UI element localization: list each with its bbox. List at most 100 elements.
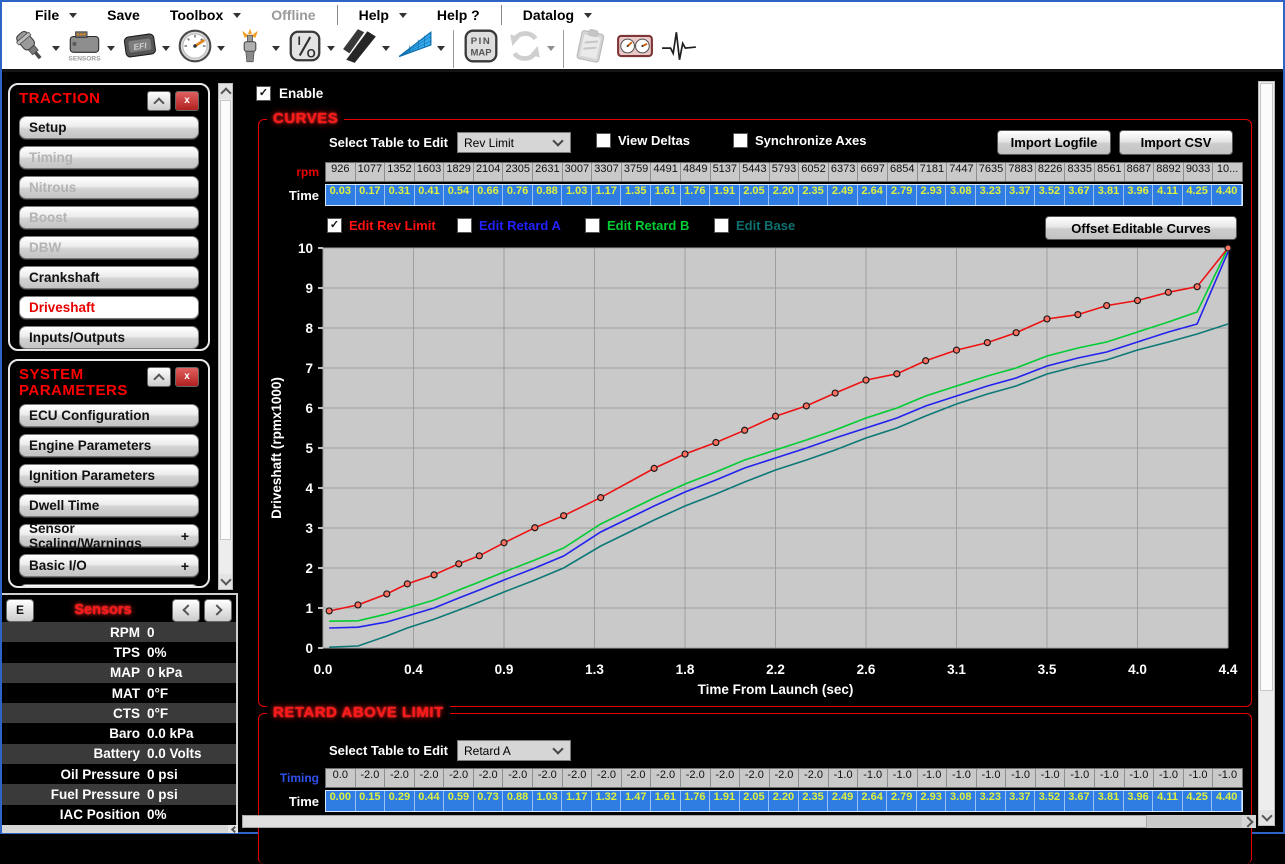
curve-point[interactable] [954, 347, 960, 353]
timing-cell[interactable]: -1.0 [1095, 769, 1125, 787]
timing-cell[interactable]: -2.0 [356, 769, 386, 787]
curve-point[interactable] [355, 602, 361, 608]
timing-cell[interactable]: -1.0 [1154, 769, 1184, 787]
curve-point[interactable] [1135, 298, 1141, 304]
sidebar-item-ignition-parameters[interactable]: Ignition Parameters [19, 464, 199, 487]
sidebar-item-setup[interactable]: Setup [19, 116, 199, 139]
curve-point[interactable] [923, 358, 929, 364]
sidebar-item-inputs-outputs[interactable]: Inputs/Outputs [19, 326, 199, 349]
rpm-cell[interactable]: 7635 [977, 163, 1007, 181]
curve-point[interactable] [384, 591, 390, 597]
timing-cell[interactable]: -2.0 [415, 769, 445, 787]
time-cell[interactable]: 3.52 [1035, 185, 1065, 205]
curve-point[interactable] [456, 561, 462, 567]
import-csv-button[interactable]: Import CSV [1119, 130, 1233, 155]
timing-cell[interactable]: -2.0 [770, 769, 800, 787]
timing-cell[interactable]: -2.0 [592, 769, 622, 787]
sensors-expand-button[interactable]: E [6, 599, 34, 622]
chevron-down-icon[interactable] [327, 46, 335, 51]
rpm-cell[interactable]: 2104 [474, 163, 504, 181]
edit-retard-a-checkbox[interactable] [457, 218, 472, 233]
timing-cell[interactable]: -2.0 [503, 769, 533, 787]
retard-time-cell[interactable]: 3.08 [946, 791, 976, 811]
time-cell[interactable]: 1.35 [621, 185, 651, 205]
time-cell[interactable]: 1.17 [592, 185, 622, 205]
rpm-cell[interactable]: 2631 [533, 163, 563, 181]
sidebar-item-closed-loop-learn[interactable]: Closed Loop/Learn+ [19, 584, 199, 588]
curve-point[interactable] [773, 413, 779, 419]
tool-sensors-module-icon[interactable]: SENSORS [63, 29, 118, 69]
timing-cell[interactable]: -2.0 [385, 769, 415, 787]
curve-point[interactable] [561, 513, 567, 519]
tool-spark-plug-icon[interactable] [228, 29, 283, 69]
time-cell[interactable]: 1.76 [681, 185, 711, 205]
retard-time-cell[interactable]: 1.91 [710, 791, 740, 811]
time-cell[interactable]: 0.88 [533, 185, 563, 205]
sidebar-item-dwell-time[interactable]: Dwell Time [19, 494, 199, 517]
retard-time-cell[interactable]: 0.59 [444, 791, 474, 811]
time-cell[interactable]: 0.54 [444, 185, 474, 205]
timing-cell[interactable]: 0.0 [326, 769, 356, 787]
chevron-down-icon[interactable] [217, 46, 225, 51]
curve-point[interactable] [598, 495, 604, 501]
timing-cell[interactable]: -2.0 [799, 769, 829, 787]
curve-point[interactable] [404, 581, 410, 587]
curve-point[interactable] [832, 390, 838, 396]
curve-point[interactable] [803, 403, 809, 409]
rpm-cell[interactable]: 2305 [503, 163, 533, 181]
timing-cell[interactable]: -2.0 [681, 769, 711, 787]
rpm-cell[interactable]: 10... [1213, 163, 1242, 181]
time-cell[interactable]: 3.23 [976, 185, 1006, 205]
sidebar-item-driveshaft[interactable]: Driveshaft [19, 296, 199, 319]
timing-cell[interactable]: -1.0 [1065, 769, 1095, 787]
sidebar-item-crankshaft[interactable]: Crankshaft [19, 266, 199, 289]
rpm-cell[interactable]: 5137 [711, 163, 741, 181]
retard-time-cell[interactable]: 3.37 [1006, 791, 1036, 811]
timing-cell[interactable]: -2.0 [444, 769, 474, 787]
timing-cell[interactable]: -2.0 [651, 769, 681, 787]
time-cell[interactable]: 0.76 [503, 185, 533, 205]
curve-point[interactable] [894, 371, 900, 377]
tool-injector-icon[interactable] [8, 29, 63, 69]
time-cell[interactable]: 2.35 [799, 185, 829, 205]
close-button[interactable]: x [175, 91, 199, 111]
main-vscrollbar-thumb[interactable] [1260, 83, 1273, 691]
rpm-cell[interactable]: 7447 [947, 163, 977, 181]
time-cell[interactable]: 2.64 [858, 185, 888, 205]
curve-point[interactable] [651, 465, 657, 471]
time-cell[interactable]: 3.67 [1065, 185, 1095, 205]
rpm-cell[interactable]: 5443 [740, 163, 770, 181]
retard-time-cell[interactable]: 4.11 [1153, 791, 1183, 811]
tool-pin-map-icon[interactable]: PINMAP [459, 29, 503, 69]
rpm-cell[interactable]: 8226 [1036, 163, 1066, 181]
retard-time-cell[interactable]: 2.93 [917, 791, 947, 811]
rpm-cell[interactable]: 1603 [415, 163, 445, 181]
retard-time-cell[interactable]: 2.35 [799, 791, 829, 811]
tool-ramp-icon[interactable] [338, 29, 393, 69]
timing-cell[interactable]: -2.0 [474, 769, 504, 787]
timing-cell[interactable]: -1.0 [918, 769, 948, 787]
rpm-cell[interactable]: 3759 [622, 163, 652, 181]
timing-cell[interactable]: -2.0 [740, 769, 770, 787]
rpm-cell[interactable]: 1077 [356, 163, 386, 181]
chevron-down-icon[interactable] [382, 46, 390, 51]
offset-editable-curves-button[interactable]: Offset Editable Curves [1045, 216, 1237, 240]
curve-point[interactable] [1104, 303, 1110, 309]
scroll-right-arrow[interactable] [1242, 815, 1256, 828]
rpm-cell[interactable]: 7181 [918, 163, 948, 181]
tool-efi-ecu-icon[interactable]: EFI [118, 29, 173, 69]
time-cell[interactable]: 4.11 [1153, 185, 1183, 205]
curve-point[interactable] [431, 572, 437, 578]
retard-time-cell[interactable]: 0.88 [503, 791, 533, 811]
rpm-cell[interactable]: 1829 [444, 163, 474, 181]
curve-point[interactable] [532, 525, 538, 531]
sidebar-item-engine-parameters[interactable]: Engine Parameters [19, 434, 199, 457]
menu-file[interactable]: File [20, 2, 92, 28]
import-logfile-button[interactable]: Import Logfile [997, 130, 1111, 155]
menu-help[interactable]: Help [344, 2, 422, 28]
chevron-down-icon[interactable] [107, 46, 115, 51]
retard-time-cell[interactable]: 0.29 [385, 791, 415, 811]
rpm-cell[interactable]: 9033 [1184, 163, 1214, 181]
menu-help[interactable]: Help ? [422, 2, 495, 28]
time-cell[interactable]: 1.91 [710, 185, 740, 205]
